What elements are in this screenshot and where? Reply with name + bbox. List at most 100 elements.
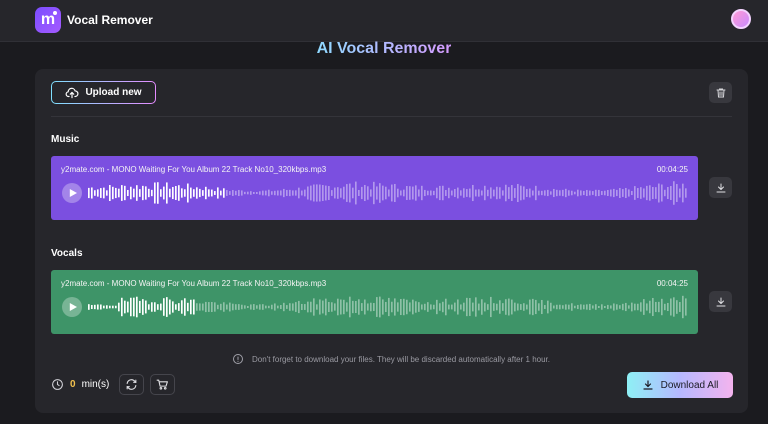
waveform-bar [148,188,150,198]
waveform-bar [496,303,498,311]
waveform-bar [190,187,192,199]
waveform-bar [229,302,231,312]
waveform-bar [571,190,573,196]
refresh-button[interactable] [119,373,145,395]
download-all-button[interactable]: Download All [627,372,733,398]
waveform-bar [664,189,666,197]
upload-new-button[interactable]: Upload new [51,81,156,104]
waveform-bar [322,185,324,201]
waveform-bar [535,185,537,201]
music-waveform[interactable] [88,177,688,209]
waveform-bar [424,303,426,311]
waveform-bar [160,303,162,311]
waveform-bar [94,304,96,310]
waveform-bar [316,304,318,310]
music-play-button[interactable] [62,183,82,203]
refresh-icon [126,378,137,390]
user-avatar[interactable] [731,9,751,29]
waveform-bar [397,188,399,198]
waveform-bar [673,297,675,317]
waveform-bar [370,189,372,197]
waveform-bar [109,185,111,201]
waveform-bar [544,305,546,309]
waveform-bar [358,189,360,196]
waveform-bar [586,189,588,197]
waveform-bar [613,303,615,311]
music-track-player[interactable]: y2mate.com - MONO Waiting For You Album … [51,156,698,220]
waveform-bar [373,303,375,311]
waveform-bar [223,302,225,312]
minutes-balance: 0 min(s) [51,378,109,391]
discard-notice: Don't forget to download your files. The… [232,353,550,365]
waveform-bar [97,304,99,310]
waveform-bar [319,184,321,202]
waveform-bar [382,299,384,315]
app-name: Vocal Remover [67,13,153,27]
waveform-bar [418,302,420,312]
waveform-bar [202,190,204,196]
waveform-bar [271,304,273,310]
waveform-bar [361,303,363,311]
waveform-bar [613,188,615,198]
waveform-bar [499,300,501,314]
waveform-bar [172,186,174,200]
music-section-label: Music [51,134,80,145]
waveform-bar [166,182,168,204]
waveform-bar [187,302,189,312]
waveform-bar [307,186,309,200]
app-logo-icon[interactable]: m [35,7,61,33]
waveform-bar [598,189,600,197]
vocals-play-button[interactable] [62,297,82,317]
waveform-bar [136,185,138,201]
delete-button[interactable] [709,82,732,103]
waveform-bar [649,300,651,314]
waveform-bar [532,190,534,196]
waveform-bar [253,304,255,310]
vocals-track-player[interactable]: y2mate.com - MONO Waiting For You Album … [51,270,698,334]
waveform-bar [652,297,654,317]
waveform-bar [286,305,288,309]
divider [51,116,732,117]
waveform-bar [238,304,240,310]
waveform-bar [88,187,90,199]
waveform-bar [532,298,534,316]
waveform-bar [217,187,219,199]
waveform-bar [664,303,666,311]
cart-button[interactable] [150,373,176,395]
waveform-bar [268,305,270,309]
waveform-bar [160,189,162,197]
waveform-bar [397,302,399,312]
waveform-bar [553,188,555,198]
waveform-bar [481,299,483,315]
waveform-bar [220,303,222,311]
waveform-bar [193,189,195,197]
waveform-bar [430,304,432,310]
waveform-bar [394,298,396,316]
waveform-bar [175,186,177,200]
waveform-bar [457,299,459,315]
waveform-bar [427,190,429,196]
waveform-bar [403,298,405,316]
waveform-bar [523,186,525,200]
waveform-bar [247,306,249,308]
waveform-bar [430,190,432,196]
waveform-bar [316,184,318,202]
waveform-bar [670,298,672,316]
minutes-unit: min(s) [81,378,110,390]
waveform-bar [142,185,144,201]
waveform-bar [181,188,183,198]
info-icon [233,354,243,364]
waveform-bar [460,190,462,196]
vocals-download-button[interactable] [709,291,732,312]
music-track-duration: 00:04:25 [656,165,688,174]
waveform-bar [169,299,171,315]
waveform-bar [367,303,369,311]
waveform-bar [214,302,216,312]
waveform-bar [559,304,561,310]
waveform-bar [121,185,123,201]
waveform-bar [475,297,477,317]
waveform-bar [475,189,477,197]
vocals-waveform[interactable] [88,291,688,323]
music-download-button[interactable] [709,177,732,198]
waveform-bar [628,305,630,309]
